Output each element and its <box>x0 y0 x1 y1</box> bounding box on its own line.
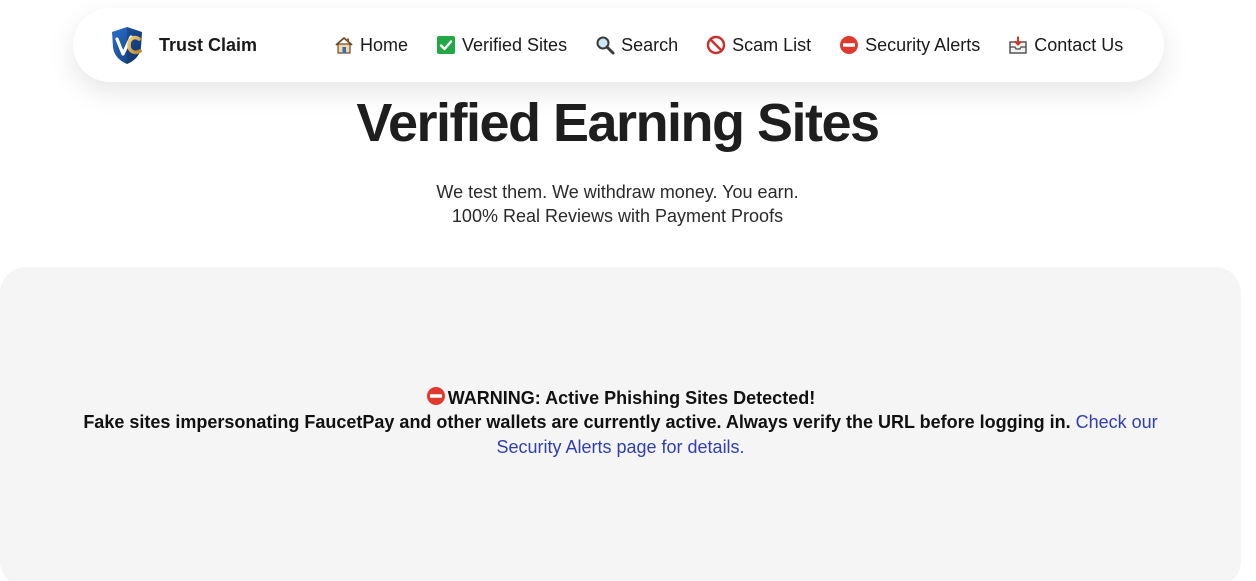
check-mark-icon <box>436 35 456 55</box>
warning-title-text: WARNING: Active Phishing Sites Detected! <box>447 388 816 408</box>
nav-verified-sites-label: Verified Sites <box>462 34 568 55</box>
nav-search-label: Search <box>621 34 679 55</box>
nav-security-alerts[interactable]: Security Alerts <box>839 35 980 56</box>
brand-name: Trust Claim <box>159 34 258 55</box>
nav-search[interactable]: Search <box>595 35 678 56</box>
top-navbar: Trust Claim Home Verified Sites Search S… <box>73 8 1164 82</box>
main-nav: Home Verified Sites Search Scam List Sec… <box>334 8 1123 82</box>
warning-message: Fake sites impersonating FaucetPay and o… <box>50 410 1191 460</box>
hero-subtitle-line-2: 100% Real Reviews with Payment Proofs <box>451 206 784 226</box>
warning-body-text: Fake sites impersonating FaucetPay and o… <box>83 412 1071 432</box>
nav-contact-us[interactable]: Contact Us <box>1008 35 1123 56</box>
page-title: Verified Earning Sites <box>356 93 880 153</box>
magnifier-icon <box>595 35 615 55</box>
nav-security-alerts-label: Security Alerts <box>865 34 981 55</box>
warning-title: WARNING: Active Phishing Sites Detected! <box>0 386 1241 411</box>
page: Trust Claim Home Verified Sites Search S… <box>0 0 1256 581</box>
house-icon <box>334 35 354 55</box>
brand-link[interactable]: Trust Claim <box>108 25 257 65</box>
nav-scam-list[interactable]: Scam List <box>706 35 811 56</box>
inbox-icon <box>1008 35 1028 55</box>
no-entry-icon <box>839 35 859 55</box>
nav-contact-us-label: Contact Us <box>1034 34 1124 55</box>
nav-scam-list-label: Scam List <box>732 34 812 55</box>
hero-subtitle-line-1: We test them. We withdraw money. You ear… <box>436 182 799 202</box>
nav-verified-sites[interactable]: Verified Sites <box>436 35 567 56</box>
shield-logo-icon <box>112 27 142 64</box>
no-entry-icon <box>426 386 446 411</box>
nav-home[interactable]: Home <box>334 35 408 56</box>
nav-home-label: Home <box>360 34 409 55</box>
hero-subtitle: We test them. We withdraw money. You ear… <box>0 180 1235 228</box>
warning-panel: WARNING: Active Phishing Sites Detected!… <box>0 267 1241 581</box>
prohibited-icon <box>706 35 726 55</box>
